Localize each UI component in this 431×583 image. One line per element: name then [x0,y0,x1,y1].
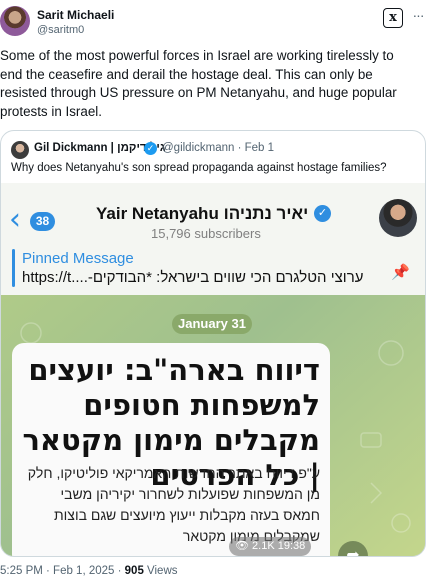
quote-text: Why does Netanyahu's son spread propagan… [11,162,387,174]
unread-count-badge: 38 [30,212,55,231]
tweet-header: Sarit Michaeli @saritm0 x ··· [0,0,431,40]
channel-verified-icon: ✓ [314,205,331,222]
view-count: 905 [124,565,144,577]
pinned-message-text: https://t....-ערוצי הטלגרם הכי שווים ביש… [22,269,364,286]
subscriber-count: 15,796 subscribers [151,226,261,241]
channel-title: Yair Netanyahu יאיר נתניהו [96,204,309,223]
back-arrow-icon[interactable]: ‹ [9,205,21,235]
quote-author-avatar [11,141,29,159]
message-bubble: דיווח בארה"ב: יועצים למשפחות חטופים מקבל… [12,343,330,556]
pinned-accent-bar [12,249,15,287]
author-handle[interactable]: @saritm0 [37,24,84,36]
telegram-screenshot-image[interactable]: ‹ 38 Yair Netanyahu יאיר נתניהו ✓ 15,796… [1,183,425,556]
views-label: Views [143,565,178,577]
telegram-header: ‹ 38 Yair Netanyahu יאיר נתניהו ✓ 15,796… [1,183,425,295]
pinned-message-title: Pinned Message [22,250,134,267]
message-views-time: 👁 2.1K 19:38 [229,537,312,556]
more-options-icon[interactable]: ··· [408,8,428,28]
author-name[interactable]: Sarit Michaeli [37,8,114,22]
author-avatar[interactable] [0,6,30,36]
date-pill: January 31 [172,314,252,334]
channel-avatar [379,199,417,237]
quoted-tweet[interactable]: Gil Dickmann | גיל דיקמן ✓ @gildickmann … [0,130,426,557]
timestamp[interactable]: 5:25 PM · Feb 1, 2025 · [0,565,125,577]
message-body: ע"פ דיווח באתר החדשות האמריקאי פוליטיקו,… [27,465,320,544]
grok-icon[interactable]: x [383,8,403,28]
tweet-text: Some of the most powerful forces in Isra… [0,48,397,119]
verified-badge-icon: ✓ [144,142,157,155]
quote-author-handle: @gildickmann · Feb 1 [162,142,275,154]
tweet-footer: 5:25 PM · Feb 1, 2025 · 905 Views [0,565,178,577]
pin-icon: 📌 [391,264,410,281]
